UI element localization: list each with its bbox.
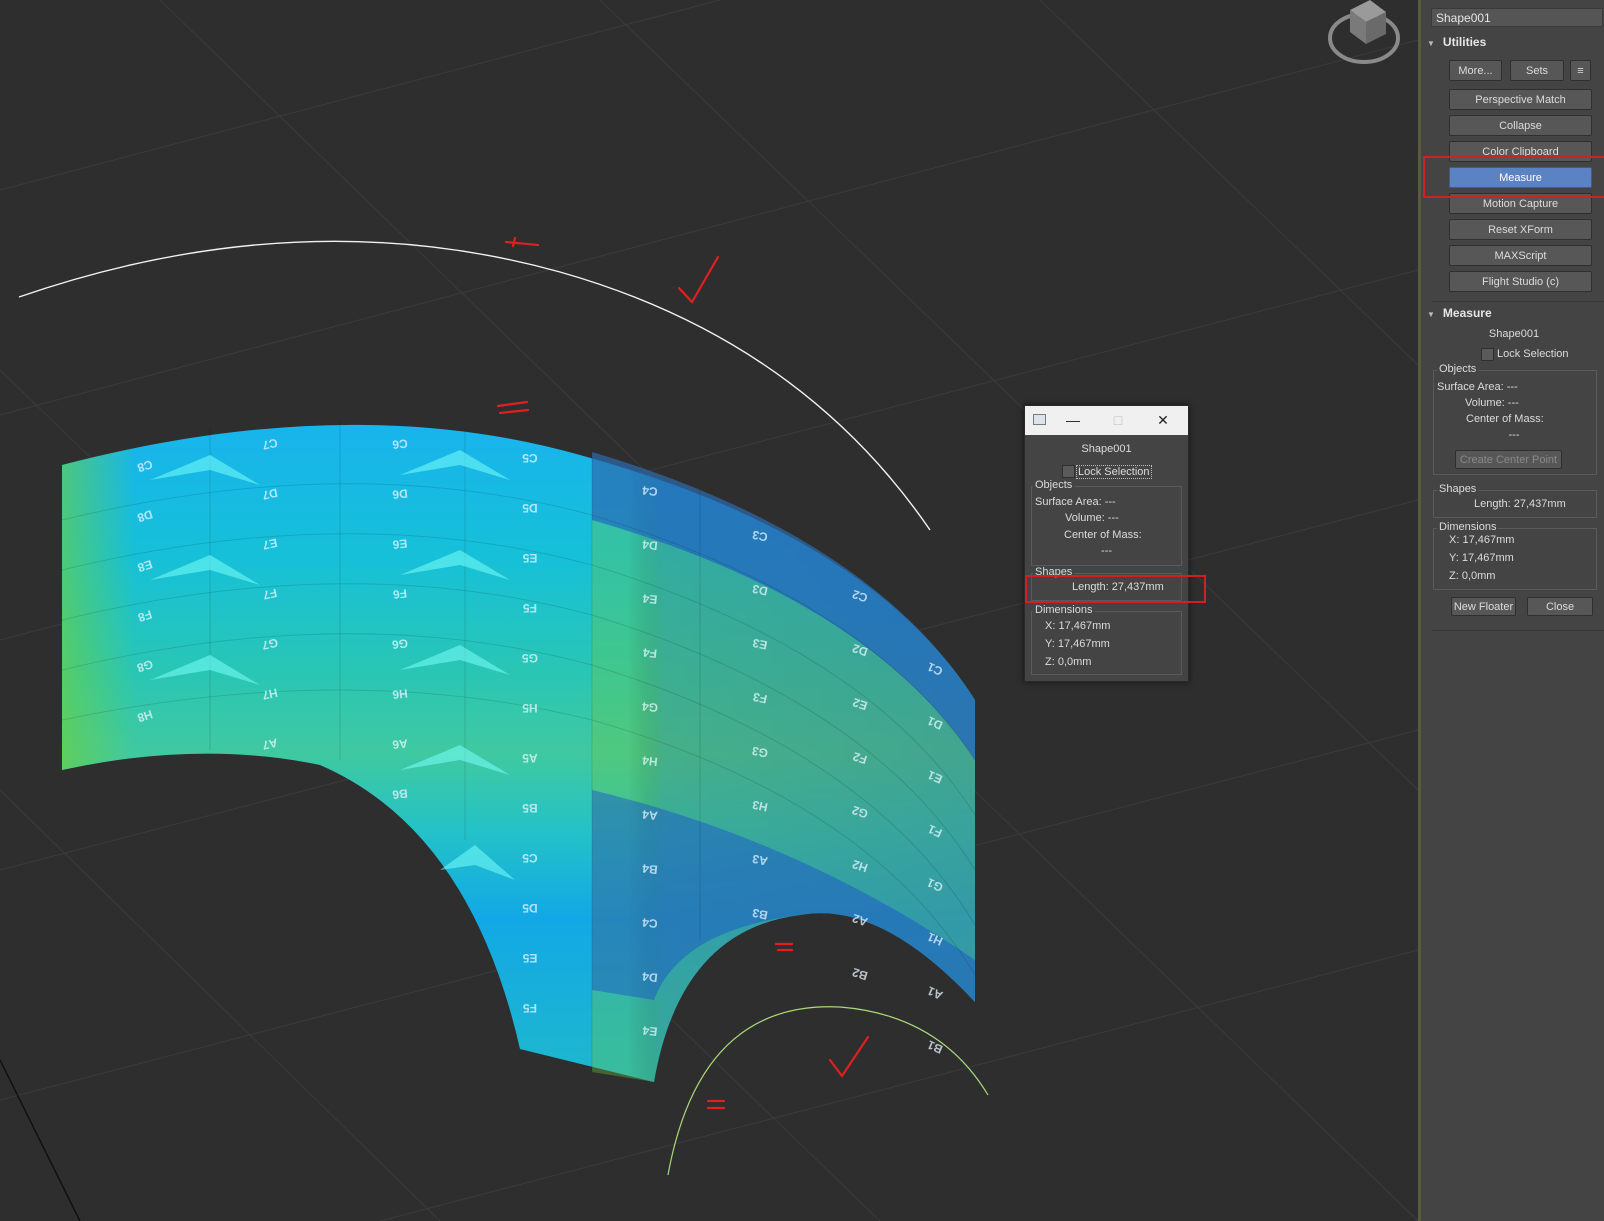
- tile-label: E5: [522, 951, 537, 965]
- utilities-title: Utilities: [1442, 35, 1487, 49]
- tile-label: F4: [642, 645, 658, 660]
- rollout-collapse-icon: ▼: [1427, 310, 1435, 319]
- maximize-icon[interactable]: □: [1106, 411, 1130, 429]
- dimension-x: X: 17,467mm: [1449, 534, 1515, 546]
- floater-lock-checkbox[interactable]: [1062, 465, 1075, 478]
- close-icon[interactable]: ✕: [1151, 411, 1175, 429]
- lock-selection-label[interactable]: Lock Selection: [1497, 348, 1569, 360]
- tile-label: G5: [522, 651, 538, 665]
- measure-object-name: Shape001: [1488, 328, 1540, 340]
- tile-label: F5: [523, 1001, 537, 1015]
- rollout-separator: [1431, 630, 1604, 631]
- viewport-scene: C8C7 C6C5C4C3C2C1D8D7 D6D5D4D3D2D1E8E7 E6E5…: [0, 0, 1418, 1221]
- tile-label: D5: [522, 501, 538, 515]
- lock-selection-checkbox[interactable]: [1481, 348, 1494, 361]
- measure-title: Measure: [1442, 306, 1492, 320]
- sets-button[interactable]: Sets: [1510, 60, 1564, 81]
- tile-label: B6: [391, 786, 408, 802]
- floater-center-of-mass: Center of Mass:: [1064, 529, 1142, 541]
- tile-label: C4: [641, 483, 658, 499]
- new-floater-button[interactable]: New Floater: [1451, 597, 1516, 616]
- dimensions-label: Dimensions: [1437, 521, 1499, 533]
- tile-label: B4: [641, 861, 658, 877]
- more-button[interactable]: More...: [1449, 60, 1502, 81]
- length-highlight-box: [1025, 575, 1206, 603]
- tile-label: D5: [522, 901, 538, 915]
- tile-label: F5: [523, 601, 537, 615]
- tile-label: C6: [391, 436, 408, 452]
- utilities-rollout-header[interactable]: ▼ Utilities: [1427, 35, 1486, 49]
- center-of-mass-label: Center of Mass:: [1466, 413, 1544, 425]
- tile-label: E4: [642, 591, 658, 606]
- shapes-label: Shapes: [1437, 483, 1479, 495]
- create-center-point-button[interactable]: Create Center Point: [1455, 450, 1562, 469]
- floater-surface-area: Surface Area: ---: [1035, 496, 1116, 508]
- tile-label: D4: [641, 969, 658, 985]
- configure-sets-icon[interactable]: ≡: [1570, 60, 1591, 81]
- floater-volume: Volume: ---: [1065, 512, 1119, 524]
- floater-dimensions-label: Dimensions: [1033, 604, 1095, 616]
- floater-dim-x: X: 17,467mm: [1045, 620, 1111, 632]
- measure-floater-dialog[interactable]: — □ ✕ Shape001 Lock Selection Objects Su…: [1024, 405, 1189, 682]
- tile-label: D6: [391, 486, 408, 502]
- tile-label: D4: [641, 537, 658, 553]
- tile-label: B5: [522, 801, 538, 815]
- tile-label: A5: [522, 751, 538, 765]
- rollout-collapse-icon: ▼: [1427, 39, 1435, 48]
- floater-titlebar[interactable]: — □ ✕: [1025, 406, 1188, 435]
- utility-button-perspective-match[interactable]: Perspective Match: [1449, 89, 1592, 110]
- utility-button-reset-xform[interactable]: Reset XForm: [1449, 219, 1592, 240]
- utility-button-flight-studio-c[interactable]: Flight Studio (c): [1449, 271, 1592, 292]
- tile-label: A1: [925, 983, 945, 1002]
- perspective-viewport[interactable]: C8 C7 C6 C5 C4 C3 C2 C1 D8 D7 D6 D5 D4 D3 D2 D1 E8 E7 E6 E5…: [0, 0, 1418, 1221]
- tile-label: H6: [391, 686, 408, 702]
- tile-label: C5: [522, 851, 538, 865]
- tile-label: H4: [641, 753, 658, 769]
- tile-label: E6: [392, 536, 408, 551]
- viewcube-widget: [1328, 0, 1400, 64]
- floater-objects-label: Objects: [1033, 479, 1075, 491]
- volume-value: Volume: ---: [1465, 397, 1519, 409]
- floater-lock-label[interactable]: Lock Selection: [1076, 465, 1152, 479]
- floater-dim-z: Z: 0,0mm: [1045, 656, 1092, 668]
- floater-object-name: Shape001: [1081, 443, 1132, 455]
- utility-button-collapse[interactable]: Collapse: [1449, 115, 1592, 136]
- tile-label: B1: [925, 1037, 945, 1056]
- center-of-mass-value: ---: [1508, 429, 1520, 441]
- tile-label: F6: [392, 586, 408, 601]
- tile-label: C5: [522, 451, 538, 465]
- tile-label: E4: [642, 1023, 658, 1038]
- tile-label: A4: [641, 807, 658, 823]
- dimension-y: Y: 17,467mm: [1449, 552, 1514, 564]
- tile-label: A6: [391, 736, 408, 752]
- textured-surface: C8C7 C6C5C4C3C2C1D8D7 D6D5D4D3D2D1E8E7 E6E5…: [61, 420, 976, 1083]
- floater-center-value: ---: [1101, 545, 1112, 557]
- object-name-field[interactable]: Shape001: [1431, 8, 1603, 27]
- dimension-z: Z: 0,0mm: [1449, 570, 1496, 582]
- tile-label: B2: [850, 965, 869, 983]
- world-axis-line: [0, 1059, 81, 1221]
- tile-label: G4: [641, 699, 659, 715]
- objects-label: Objects: [1437, 363, 1479, 375]
- surface-area-value: Surface Area: ---: [1437, 381, 1518, 393]
- tile-label: H5: [522, 701, 538, 715]
- command-panel: Shape001 ▼ Utilities More... Sets ≡ Persp…: [1418, 0, 1604, 1221]
- tile-label: C4: [641, 915, 658, 931]
- measure-rollout-header[interactable]: ▼ Measure: [1427, 306, 1492, 320]
- floater-dim-y: Y: 17,467mm: [1045, 638, 1110, 650]
- measure-highlight-box: [1423, 156, 1604, 198]
- minimize-icon[interactable]: —: [1061, 411, 1085, 429]
- length-value: Length: 27,437mm: [1474, 498, 1566, 510]
- app-window-icon: [1033, 414, 1046, 425]
- inner-arc-spline: [667, 1006, 989, 1176]
- rollout-separator: [1431, 301, 1604, 302]
- tile-label: G6: [391, 636, 409, 652]
- close-button[interactable]: Close: [1527, 597, 1593, 616]
- tile-label: E5: [522, 551, 537, 565]
- utility-button-maxscript[interactable]: MAXScript: [1449, 245, 1592, 266]
